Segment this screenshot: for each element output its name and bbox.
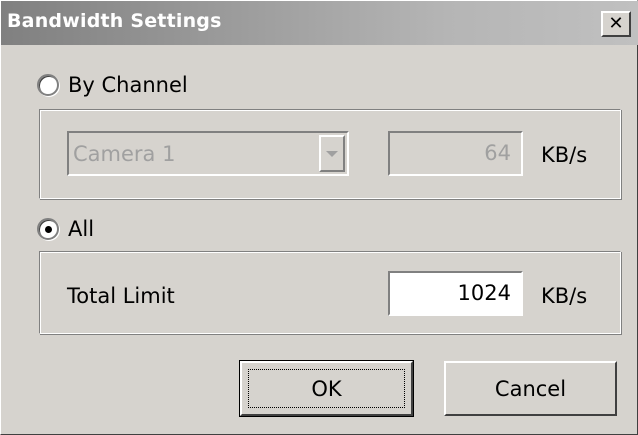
close-icon: ✕ <box>608 13 624 34</box>
title-bar[interactable]: Bandwidth Settings ✕ <box>1 1 638 45</box>
channel-select[interactable]: Camera 1 <box>67 131 349 176</box>
channel-rate-field[interactable]: 64 <box>388 131 523 176</box>
chevron-down-icon <box>326 150 338 157</box>
all-radio[interactable] <box>37 218 59 240</box>
radio-selected-dot <box>45 226 52 233</box>
total-limit-label: Total Limit <box>67 284 175 308</box>
focus-rectangle <box>248 369 405 408</box>
channel-rate-unit: KB/s <box>541 143 588 167</box>
by-channel-radio-option[interactable]: By Channel <box>37 73 188 97</box>
cancel-button-label: Cancel <box>494 376 567 401</box>
by-channel-radio[interactable] <box>37 74 59 96</box>
close-button[interactable]: ✕ <box>601 11 631 37</box>
cancel-button[interactable]: Cancel <box>444 361 617 416</box>
total-limit-unit: KB/s <box>541 284 588 308</box>
by-channel-label: By Channel <box>68 73 188 97</box>
window-title: Bandwidth Settings <box>7 10 222 32</box>
channel-dropdown-button[interactable] <box>319 135 345 172</box>
all-radio-option[interactable]: All <box>37 217 94 241</box>
total-limit-field[interactable]: 1024 <box>388 271 523 316</box>
channel-select-value: Camera 1 <box>73 142 176 166</box>
bandwidth-settings-dialog: Bandwidth Settings ✕ By Channel Camera 1… <box>0 0 638 435</box>
ok-button[interactable]: OK <box>239 360 414 417</box>
all-label: All <box>68 217 95 241</box>
